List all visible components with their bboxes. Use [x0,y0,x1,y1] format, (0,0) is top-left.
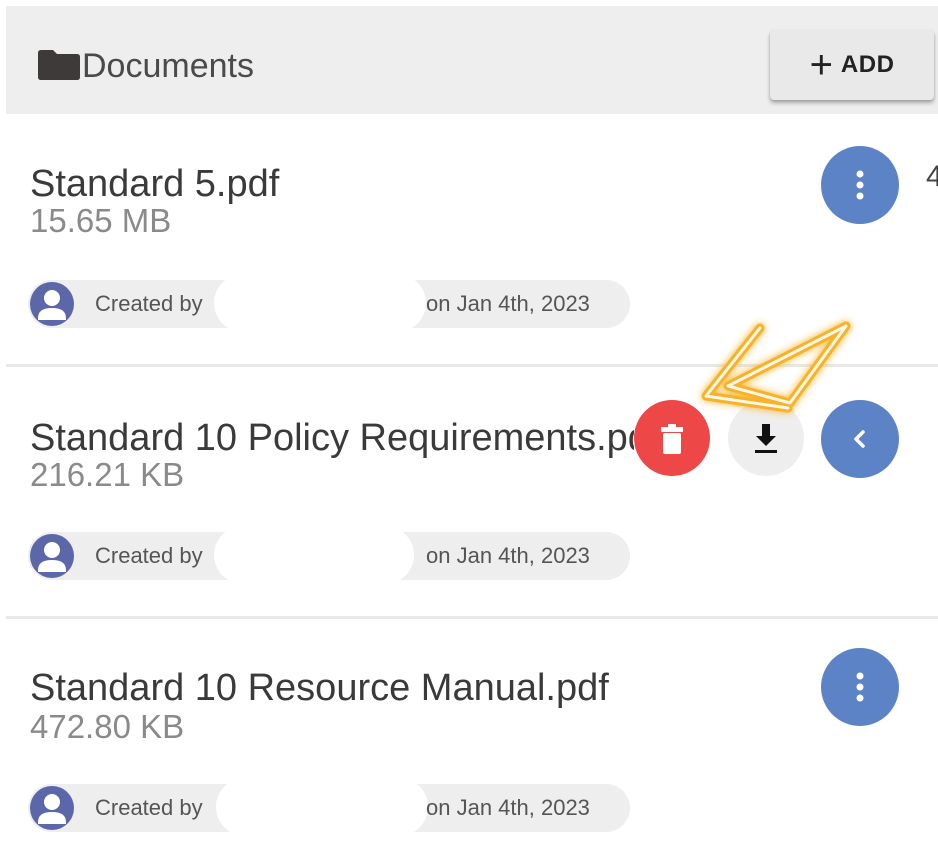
redacted-author [214,526,414,584]
document-name[interactable]: Standard 10 Policy Requirements.pdf [30,416,634,460]
person-icon [38,542,66,572]
divider [6,364,938,367]
created-by-chip: Created by on Jan 4th, 2023 [28,526,630,584]
document-size: 15.65 MB [30,202,172,239]
more-options-button[interactable] [821,146,899,224]
more-vert-icon [856,672,864,702]
more-vert-icon [856,170,864,200]
created-by-chip: Created by on Jan 4th, 2023 [28,274,630,332]
divider [6,616,938,619]
created-date: on Jan 4th, 2023 [426,291,590,316]
created-by-label: Created by [95,543,203,568]
redacted-author [214,274,426,332]
collapse-actions-button[interactable] [821,400,899,478]
avatar [30,282,74,326]
download-icon [755,424,777,453]
document-size: 216.21 KB [30,456,185,493]
download-button[interactable] [728,400,804,476]
document-name[interactable]: Standard 10 Resource Manual.pdf [30,666,609,710]
chevron-left-icon [854,430,865,448]
created-by-label: Created by [95,291,203,316]
created-date: on Jan 4th, 2023 [426,795,590,820]
delete-icon [661,424,683,454]
delete-button[interactable] [634,400,710,476]
created-date: on Jan 4th, 2023 [426,543,590,568]
avatar [30,786,74,830]
list-item: Standard 10 Resource Manual.pdf 472.80 K… [0,620,938,857]
redacted-author [216,778,428,836]
person-icon [38,290,66,320]
document-size: 472.80 KB [30,708,185,745]
document-name[interactable]: Standard 5.pdf [30,162,279,206]
list-item: Standard 5.pdf 15.65 MB Created by on Ja… [0,0,938,365]
created-by-label: Created by [95,795,203,820]
avatar [30,534,74,578]
more-options-button[interactable] [821,648,899,726]
list-item: Standard 10 Policy Requirements.pdf 216.… [0,368,938,618]
created-by-chip: Created by on Jan 4th, 2023 [28,778,630,836]
person-icon [38,794,66,824]
